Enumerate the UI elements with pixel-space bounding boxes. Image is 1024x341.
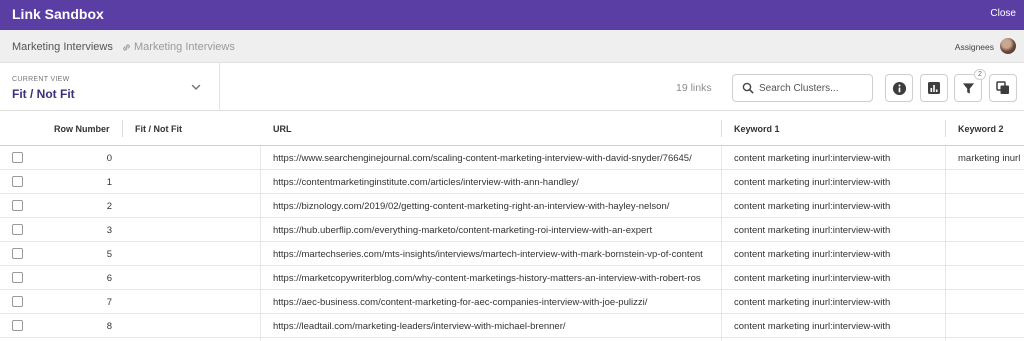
row-keyword-1: content marketing inurl:interview-with	[734, 297, 891, 308]
assignees-label: Assignees	[954, 42, 994, 52]
search-input[interactable]	[759, 79, 867, 97]
row-number: 1	[106, 177, 112, 188]
breadcrumb-current: Marketing Interviews	[12, 41, 113, 53]
view-label: CURRENT VIEW	[12, 76, 70, 83]
row-number: 2	[106, 201, 112, 212]
row-keyword-1: content marketing inurl:interview-with	[734, 177, 891, 188]
column-divider	[945, 120, 946, 137]
filter-icon	[962, 82, 974, 94]
row-url[interactable]: https://aec-business.com/content-marketi…	[273, 297, 721, 308]
app-title: Link Sandbox	[12, 6, 104, 22]
row-number: 6	[106, 273, 112, 284]
link-icon	[123, 43, 130, 51]
links-table: Row Number Fit / Not Fit URL Keyword 1 K…	[0, 111, 1024, 341]
table-row[interactable]: 6 https://marketcopywriterblog.com/why-c…	[0, 266, 1024, 290]
row-url[interactable]: https://www.searchenginejournal.com/scal…	[273, 153, 721, 164]
table-row[interactable]: 3 https://hub.uberflip.com/everything-ma…	[0, 218, 1024, 242]
row-url[interactable]: https://biznology.com/2019/02/getting-co…	[273, 201, 721, 212]
breadcrumb: Marketing Interviews Marketing Interview…	[0, 30, 1024, 63]
column-divider	[721, 120, 722, 137]
copy-icon	[996, 81, 1009, 94]
table-row[interactable]: 1 https://contentmarketinginstitute.com/…	[0, 170, 1024, 194]
link-count: 19 links	[676, 82, 712, 94]
search-box[interactable]	[732, 74, 873, 102]
app-header: Link Sandbox Close	[0, 0, 1024, 30]
column-header-fit[interactable]: Fit / Not Fit	[135, 124, 182, 134]
toolbar: CURRENT VIEW Fit / Not Fit 19 links	[0, 63, 1024, 111]
copy-button[interactable]	[989, 74, 1017, 102]
row-url[interactable]: https://hub.uberflip.com/everything-mark…	[273, 225, 721, 236]
breadcrumb-link-label: Marketing Interviews	[134, 41, 235, 53]
row-keyword-1: content marketing inurl:interview-with	[734, 321, 891, 332]
chevron-down-icon	[191, 84, 201, 91]
row-url[interactable]: https://martechseries.com/mts-insights/i…	[273, 249, 721, 260]
info-icon	[892, 81, 906, 95]
table-row[interactable]: 2 https://biznology.com/2019/02/getting-…	[0, 194, 1024, 218]
row-number: 0	[106, 153, 112, 164]
row-keyword-1: content marketing inurl:interview-with	[734, 225, 891, 236]
row-url[interactable]: https://leadtail.com/marketing-leaders/i…	[273, 321, 721, 332]
row-number: 5	[106, 249, 112, 260]
close-button[interactable]: Close	[990, 8, 1016, 19]
column-header-row-number[interactable]: Row Number	[54, 124, 110, 134]
column-header-keyword-1[interactable]: Keyword 1	[734, 124, 780, 134]
chart-button[interactable]	[920, 74, 948, 102]
search-icon	[742, 82, 754, 94]
row-keyword-1: content marketing inurl:interview-with	[734, 153, 891, 164]
info-button[interactable]	[885, 74, 913, 102]
row-number: 7	[106, 297, 112, 308]
bar-chart-icon	[928, 82, 940, 94]
row-number: 8	[106, 321, 112, 332]
column-divider	[122, 120, 123, 137]
row-keyword-1: content marketing inurl:interview-with	[734, 273, 891, 284]
view-selector[interactable]: CURRENT VIEW Fit / Not Fit	[0, 63, 220, 111]
row-url[interactable]: https://marketcopywriterblog.com/why-con…	[273, 273, 721, 284]
row-url[interactable]: https://contentmarketinginstitute.com/ar…	[273, 177, 721, 188]
row-keyword-1: content marketing inurl:interview-with	[734, 249, 891, 260]
breadcrumb-link[interactable]: Marketing Interviews	[122, 41, 235, 53]
view-value: Fit / Not Fit	[12, 87, 75, 101]
table-row[interactable]: 8 https://leadtail.com/marketing-leaders…	[0, 314, 1024, 338]
table-row[interactable]: 0 https://www.searchenginejournal.com/sc…	[0, 146, 1024, 170]
table-row[interactable]: 5 https://martechseries.com/mts-insights…	[0, 242, 1024, 266]
column-header-keyword-2[interactable]: Keyword 2	[958, 124, 1004, 134]
row-keyword-1: content marketing inurl:interview-with	[734, 201, 891, 212]
column-header-url[interactable]: URL	[273, 124, 292, 134]
table-row[interactable]: 7 https://aec-business.com/content-marke…	[0, 290, 1024, 314]
row-number: 3	[106, 225, 112, 236]
row-keyword-2: marketing inurl	[958, 153, 1021, 164]
filter-count-badge: 2	[974, 69, 986, 80]
table-header: Row Number Fit / Not Fit URL Keyword 1 K…	[0, 111, 1024, 146]
avatar[interactable]	[1000, 38, 1016, 54]
